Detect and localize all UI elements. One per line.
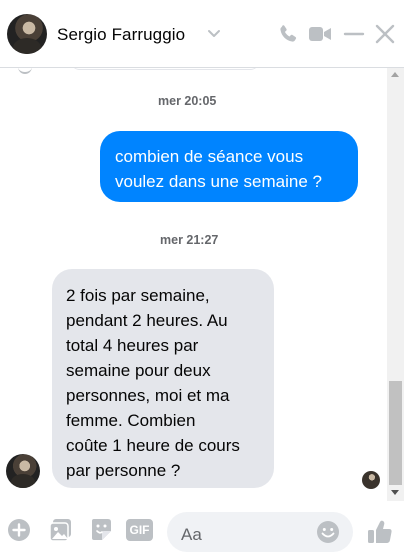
message-line: par personne ? — [66, 461, 181, 480]
message-line: voulez dans une semaine ? — [115, 172, 322, 191]
message-timestamp: mer 21:27 — [160, 233, 219, 247]
message-timestamp: mer 20:05 — [158, 94, 217, 108]
message-line: combien de séance vous — [115, 147, 304, 166]
plus-icon[interactable] — [6, 517, 32, 543]
contact-avatar[interactable] — [7, 14, 47, 54]
thumbs-up-icon[interactable] — [366, 518, 394, 546]
scrollbar-thumb[interactable] — [389, 381, 402, 485]
message-line: femme. Combien — [66, 411, 196, 430]
scroll-down-arrow-icon[interactable] — [391, 490, 399, 495]
video-camera-icon[interactable] — [308, 22, 332, 46]
emoji-icon[interactable] — [316, 520, 340, 544]
sticker-icon[interactable] — [88, 517, 114, 543]
gif-icon[interactable]: GIF — [126, 519, 153, 541]
previous-message-edge — [18, 68, 32, 74]
message-line: pendant 2 heures. Au — [66, 311, 228, 330]
message-line: semaine pour deux — [66, 361, 211, 380]
sender-avatar[interactable] — [6, 454, 40, 488]
message-input-placeholder: Aa — [181, 525, 202, 544]
message-line: 2 fois par semaine, — [66, 286, 210, 305]
message-line: personnes, moi et ma — [66, 386, 230, 405]
close-icon[interactable] — [373, 22, 397, 46]
outgoing-message-bubble[interactable]: combien de séance vous voulez dans une s… — [100, 131, 358, 202]
chat-header: Sergio Farruggio — [0, 0, 404, 68]
seen-receipt-avatar — [362, 471, 380, 489]
message-list[interactable]: mer 20:05 combien de séance vous voulez … — [0, 68, 386, 501]
scroll-up-arrow-icon[interactable] — [391, 72, 399, 77]
contact-name[interactable]: Sergio Farruggio — [57, 25, 185, 45]
gif-label: GIF — [129, 523, 150, 537]
phone-icon[interactable] — [276, 22, 300, 46]
message-line: coûte 1 heure de cours — [66, 436, 240, 455]
message-line: total 4 heures par — [66, 336, 199, 355]
previous-message-edge — [70, 68, 260, 70]
minimize-icon[interactable] — [342, 22, 366, 46]
chevron-down-icon[interactable] — [207, 26, 221, 40]
gallery-icon[interactable] — [48, 517, 74, 543]
incoming-message-bubble[interactable]: 2 fois par semaine, pendant 2 heures. Au… — [52, 269, 274, 488]
